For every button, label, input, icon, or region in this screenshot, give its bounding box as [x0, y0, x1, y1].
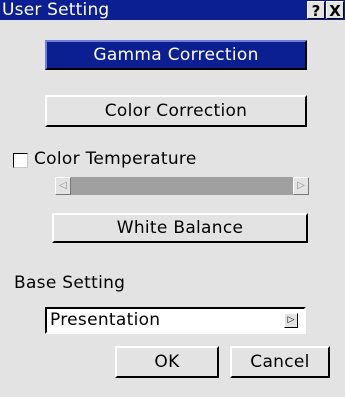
color-temperature-checkbox[interactable] — [13, 153, 28, 168]
cancel-button[interactable]: Cancel — [230, 346, 330, 378]
help-icon[interactable]: ? — [307, 1, 325, 20]
close-icon[interactable]: X — [326, 1, 344, 20]
gamma-correction-button[interactable]: Gamma Correction — [45, 40, 307, 70]
base-setting-value: Presentation — [50, 310, 161, 330]
color-temperature-slider[interactable]: ◁ ▷ — [55, 177, 309, 195]
window-title: User Setting — [2, 0, 110, 20]
color-temperature-label: Color Temperature — [34, 149, 197, 169]
base-setting-select[interactable]: Presentation ▷ — [45, 307, 306, 334]
color-correction-button[interactable]: Color Correction — [45, 95, 307, 127]
ok-button[interactable]: OK — [115, 346, 219, 378]
slider-left-arrow-icon[interactable]: ◁ — [55, 177, 71, 195]
white-balance-button[interactable]: White Balance — [52, 213, 308, 243]
base-setting-label: Base Setting — [14, 273, 126, 293]
slider-right-arrow-icon[interactable]: ▷ — [293, 177, 309, 195]
dropdown-arrow-icon[interactable]: ▷ — [284, 313, 298, 328]
user-setting-dialog: User Setting ? X Gamma Correction Color … — [0, 0, 345, 397]
title-bar[interactable]: User Setting ? X — [0, 0, 345, 20]
